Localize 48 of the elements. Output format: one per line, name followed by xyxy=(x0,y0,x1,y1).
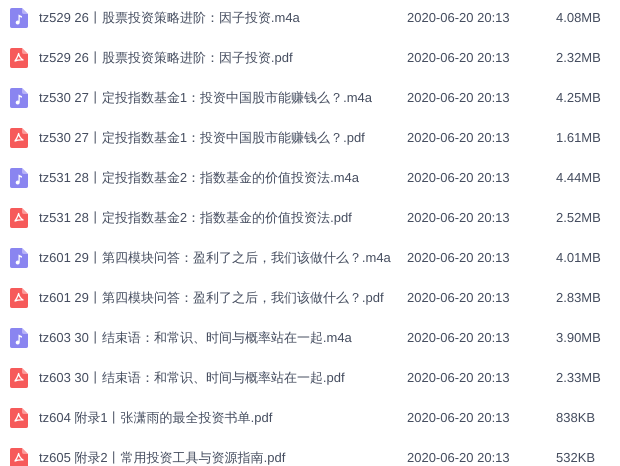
file-name[interactable]: tz529 26丨股票投资策略进阶：因子投资.pdf xyxy=(39,48,407,68)
file-name[interactable]: tz603 30丨结束语：和常识、时间与概率站在一起.m4a xyxy=(39,328,407,348)
file-name[interactable]: tz601 29丨第四模块问答：盈利了之后，我们该做什么？.m4a xyxy=(39,248,407,268)
modified-date: 2020-06-20 20:13 xyxy=(407,9,511,28)
pdf-file-icon xyxy=(10,368,28,388)
file-name[interactable]: tz530 27丨定投指数基金1：投资中国股市能赚钱么？.pdf xyxy=(39,128,407,148)
file-name[interactable]: tz603 30丨结束语：和常识、时间与概率站在一起.pdf xyxy=(39,368,407,388)
pdf-file-icon xyxy=(10,208,28,228)
music-file-icon xyxy=(10,88,28,108)
file-name[interactable]: tz604 附录1丨张潇雨的最全投资书单.pdf xyxy=(39,408,407,428)
modified-date: 2020-06-20 20:13 xyxy=(407,369,511,388)
file-name[interactable]: tz605 附录2丨常用投资工具与资源指南.pdf xyxy=(39,448,407,466)
file-size: 2.52MB xyxy=(556,209,601,228)
modified-date: 2020-06-20 20:13 xyxy=(407,169,511,188)
file-size: 4.08MB xyxy=(556,9,601,28)
pdf-file-icon xyxy=(10,288,28,308)
file-name[interactable]: tz529 26丨股票投资策略进阶：因子投资.m4a xyxy=(39,8,407,28)
modified-date: 2020-06-20 20:13 xyxy=(407,409,511,428)
music-file-icon xyxy=(10,328,28,348)
pdf-file-icon xyxy=(10,448,28,466)
music-file-icon xyxy=(10,8,28,28)
modified-date: 2020-06-20 20:13 xyxy=(407,449,511,466)
music-file-icon xyxy=(10,248,28,268)
file-size: 838KB xyxy=(556,409,596,428)
file-size: 3.90MB xyxy=(556,329,601,348)
file-size: 532KB xyxy=(556,449,596,466)
file-size: 1.61MB xyxy=(556,129,601,148)
file-size: 2.32MB xyxy=(556,49,601,68)
modified-date: 2020-06-20 20:13 xyxy=(407,49,511,68)
file-name[interactable]: tz531 28丨定投指数基金2：指数基金的价值投资法.m4a xyxy=(39,168,407,188)
pdf-file-icon xyxy=(10,408,28,428)
modified-date: 2020-06-20 20:13 xyxy=(407,249,511,268)
pdf-file-icon xyxy=(10,48,28,68)
modified-date: 2020-06-20 20:13 xyxy=(407,289,511,308)
file-size: 2.83MB xyxy=(556,289,601,308)
music-file-icon xyxy=(10,168,28,188)
modified-date: 2020-06-20 20:13 xyxy=(407,329,511,348)
file-size: 2.33MB xyxy=(556,369,601,388)
file-name[interactable]: tz601 29丨第四模块问答：盈利了之后，我们该做什么？.pdf xyxy=(39,288,407,308)
pdf-file-icon xyxy=(10,128,28,148)
file-size: 4.25MB xyxy=(556,89,601,108)
file-name[interactable]: tz531 28丨定投指数基金2：指数基金的价值投资法.pdf xyxy=(39,208,407,228)
modified-date: 2020-06-20 20:13 xyxy=(407,209,511,228)
modified-date: 2020-06-20 20:13 xyxy=(407,129,511,148)
file-size: 4.44MB xyxy=(556,169,601,188)
file-name[interactable]: tz530 27丨定投指数基金1：投资中国股市能赚钱么？.m4a xyxy=(39,88,407,108)
modified-date: 2020-06-20 20:13 xyxy=(407,89,511,108)
file-size: 4.01MB xyxy=(556,249,601,268)
